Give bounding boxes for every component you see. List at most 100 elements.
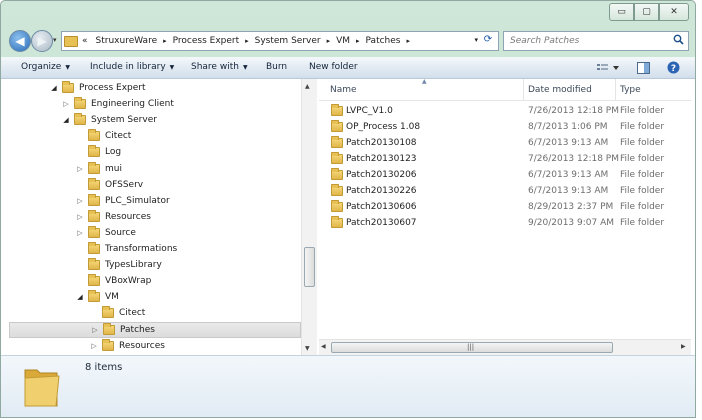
collapse-arrow-icon[interactable]: ◢: [49, 84, 59, 92]
burn-button[interactable]: Burn: [266, 62, 287, 72]
change-view-button[interactable]: [595, 60, 621, 75]
folder-icon: [331, 104, 343, 116]
column-header-type[interactable]: Type: [620, 85, 641, 95]
back-button[interactable]: ◀: [9, 30, 31, 52]
tree-item[interactable]: ▷ Patches: [9, 321, 301, 338]
expand-arrow-icon[interactable]: ▷: [75, 229, 85, 237]
file-row[interactable]: LVPC_V1.0 7/26/2013 12:18 PM File folder: [327, 103, 687, 119]
tree-item[interactable]: TypesLibrary: [75, 257, 162, 273]
file-row[interactable]: Patch20130606 8/29/2013 2:37 PM File folde…: [327, 199, 687, 215]
folder-icon: [88, 258, 100, 271]
file-date-modified: 7/26/2013 12:18 PM: [528, 154, 619, 164]
address-bar[interactable]: « StruxureWare ▸ Process Expert ▸ System…: [61, 31, 499, 51]
navigation-scrollbar[interactable]: ▲ ▼: [301, 79, 317, 355]
tree-item[interactable]: VBoxWrap: [75, 273, 151, 289]
svg-text:?: ?: [670, 64, 675, 74]
include-in-library-menu[interactable]: Include in library ▼: [90, 62, 174, 72]
breadcrumb-separator-icon[interactable]: ▸: [406, 37, 410, 45]
preview-pane-icon: [636, 61, 650, 74]
file-row[interactable]: Patch20130108 6/7/2013 9:13 AM File folder: [327, 135, 687, 151]
breadcrumb-struxureware[interactable]: StruxureWare: [96, 36, 158, 46]
file-name: Patch20130226: [346, 186, 417, 196]
maximize-button[interactable]: ▢: [634, 3, 659, 21]
tree-item[interactable]: ▷ PLC_Simulator: [75, 193, 170, 209]
command-bar: Organize ▼ Include in library ▼ Share with…: [1, 57, 695, 79]
breadcrumb-vm[interactable]: VM: [336, 36, 350, 46]
expand-arrow-icon[interactable]: ▷: [61, 100, 71, 108]
scroll-up-icon[interactable]: ▲: [305, 83, 310, 90]
search-input[interactable]: Search Patches: [503, 31, 689, 51]
close-button[interactable]: ✕: [659, 3, 689, 21]
tree-item[interactable]: ▷ Source: [75, 225, 136, 241]
help-button[interactable]: ?: [665, 60, 681, 75]
breadcrumb-separator-icon[interactable]: ▸: [327, 37, 331, 45]
folder-icon: [62, 81, 74, 93]
folder-icon: [331, 136, 343, 148]
expand-arrow-icon[interactable]: ▷: [90, 326, 100, 334]
tree-item[interactable]: ▷ Engineering Client: [61, 96, 174, 112]
file-name: Patch20130206: [346, 170, 417, 180]
tree-item[interactable]: ▷ Resources: [89, 338, 165, 354]
tree-item[interactable]: OFSServ: [75, 177, 143, 193]
collapse-arrow-icon[interactable]: ◢: [75, 293, 85, 301]
folder-icon: [331, 168, 343, 180]
forward-button[interactable]: ▶: [31, 30, 53, 52]
address-dropdown-icon[interactable]: ▾: [474, 36, 478, 44]
explorer-window: ▭ ▢ ✕ ◀ ▶ ▾ « StruxureWare ▸ Process Exp…: [0, 0, 696, 418]
refresh-icon[interactable]: ⟳: [480, 34, 496, 48]
search-icon[interactable]: [673, 34, 684, 48]
preview-pane-button[interactable]: [635, 60, 651, 75]
tree-item[interactable]: Citect: [75, 128, 131, 144]
scroll-left-icon[interactable]: ◀: [321, 343, 326, 350]
tree-item[interactable]: ▷ mui: [75, 161, 122, 177]
file-row[interactable]: Patch20130206 6/7/2013 9:13 AM File folder: [327, 167, 687, 183]
file-row[interactable]: Patch20130226 6/7/2013 9:13 AM File folder: [327, 183, 687, 199]
breadcrumb-separator-icon[interactable]: ▸: [356, 37, 360, 45]
scroll-down-icon[interactable]: ▼: [305, 345, 310, 352]
window-controls: ▭ ▢ ✕: [609, 3, 689, 21]
folder-icon: [88, 274, 100, 287]
horizontal-scroll-thumb[interactable]: |||: [331, 342, 613, 353]
file-type: File folder: [620, 122, 665, 132]
tree-item-label: TypesLibrary: [105, 260, 162, 271]
share-with-menu[interactable]: Share with ▼: [191, 62, 248, 72]
expand-arrow-icon[interactable]: ▷: [89, 342, 99, 350]
minimize-button[interactable]: ▭: [609, 3, 634, 21]
tree-item-label: VBoxWrap: [105, 276, 152, 287]
file-date-modified: 6/7/2013 9:13 AM: [528, 138, 609, 148]
breadcrumb-patches[interactable]: Patches: [366, 36, 401, 46]
breadcrumb-separator-icon[interactable]: ▸: [163, 37, 167, 45]
column-header-date-modified[interactable]: Date modified: [528, 85, 592, 95]
folder-icon: [88, 193, 100, 206]
new-folder-button[interactable]: New folder: [309, 62, 358, 72]
organize-menu[interactable]: Organize ▼: [21, 62, 70, 72]
scroll-right-icon[interactable]: ▶: [681, 343, 686, 350]
file-row[interactable]: Patch20130123 7/26/2013 12:18 PM File fold…: [327, 151, 687, 167]
column-header-name[interactable]: Name: [330, 85, 357, 95]
tree-item[interactable]: Log: [75, 144, 121, 160]
folder-icon: [331, 216, 343, 228]
tree-item[interactable]: Transformations: [75, 241, 177, 257]
file-row[interactable]: OP_Process 1.08 8/7/2013 1:06 PM File fold…: [327, 119, 687, 135]
tree-item[interactable]: ◢ Process Expert: [49, 80, 146, 96]
expand-arrow-icon[interactable]: ▷: [75, 197, 85, 205]
collapse-arrow-icon[interactable]: ◢: [61, 116, 71, 124]
tree-item[interactable]: ◢ VM: [75, 289, 119, 305]
tree-item[interactable]: ▷ Resources: [75, 209, 151, 225]
expand-arrow-icon[interactable]: ▷: [75, 213, 85, 221]
expand-arrow-icon[interactable]: ▷: [75, 165, 85, 173]
breadcrumb-separator-icon[interactable]: ▸: [245, 37, 249, 45]
recent-pages-dropdown[interactable]: ▾: [53, 36, 57, 44]
file-row[interactable]: Patch20130607 9/20/2013 9:07 AM File folde…: [327, 215, 687, 231]
sort-ascending-icon: ▲: [422, 78, 427, 85]
tree-item[interactable]: ◢ System Server: [61, 112, 157, 128]
tree-item[interactable]: Citect: [89, 305, 145, 321]
breadcrumb-system-server[interactable]: System Server: [255, 36, 321, 46]
scroll-thumb[interactable]: [304, 247, 315, 287]
breadcrumb-overflow-icon[interactable]: «: [82, 36, 88, 46]
tree-item-label: Resources: [119, 340, 165, 351]
file-list-horizontal-scrollbar[interactable]: ◀ ||| ▶: [319, 339, 691, 355]
file-name: Patch20130108: [346, 138, 417, 148]
item-count: 8 items: [85, 362, 123, 373]
breadcrumb-process-expert[interactable]: Process Expert: [173, 36, 240, 46]
